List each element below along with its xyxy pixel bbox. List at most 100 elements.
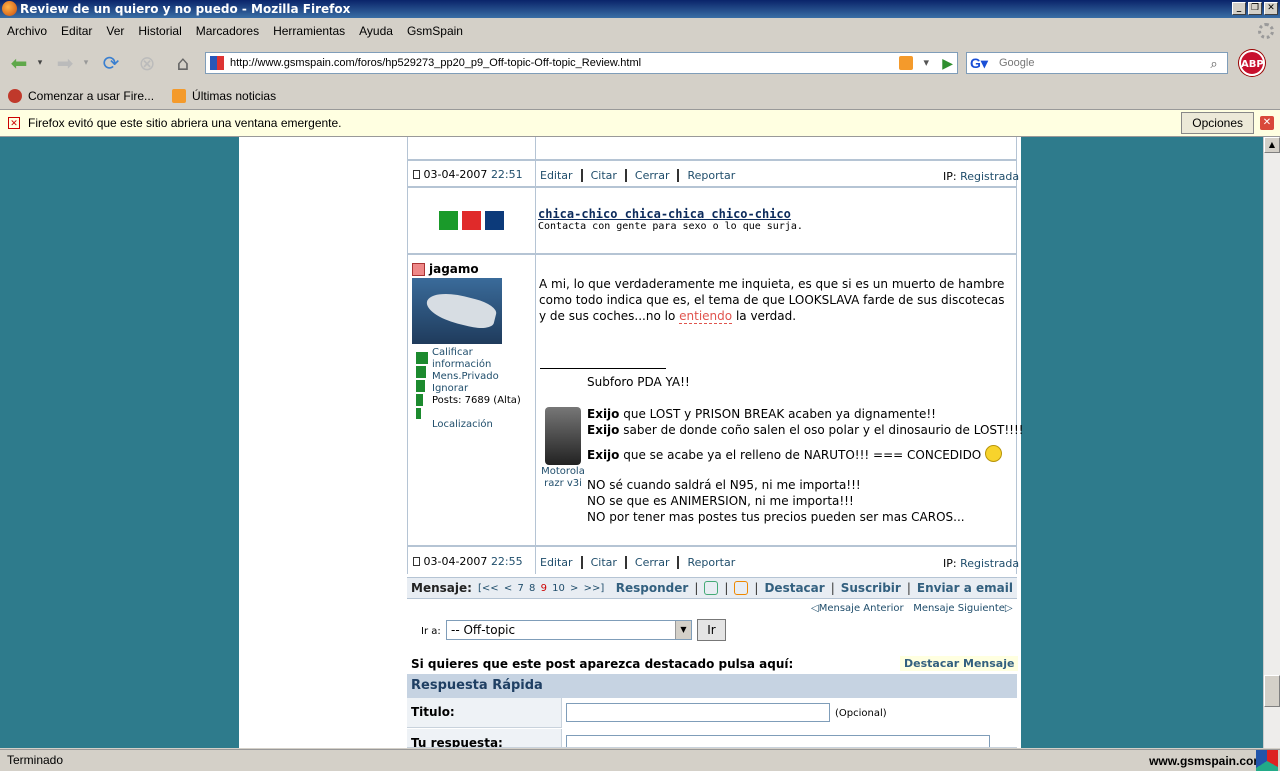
vertical-scrollbar[interactable]: ▲ [1263,137,1280,748]
url-dropdown-icon[interactable]: ▾ [923,53,929,73]
phone-label[interactable]: Motorola razr v3i [540,466,586,490]
window-title: Review de un quiero y no puedo - Mozilla… [20,2,351,16]
avatar [412,278,502,344]
site-favicon-icon [210,56,224,70]
page-10[interactable]: 10 [552,583,565,594]
ignore-link[interactable]: Ignorar [432,383,521,395]
next-message-link[interactable]: Mensaje Siguiente [913,603,1005,614]
menu-ayuda[interactable]: Ayuda [359,24,393,38]
inline-link[interactable]: entiendo [679,309,733,324]
status-bar: Terminado www.gsmspain.com [0,749,1280,771]
prev-next-links: ◁Mensaje Anterior Mensaje Siguiente▷ [811,603,1013,614]
highlight-button[interactable]: Destacar [764,581,824,595]
go-button[interactable]: Ir [697,619,726,641]
window-titlebar: Review de un quiero y no puedo - Mozilla… [0,0,1280,18]
user-links: Calificar información Mens.Privado Ignor… [432,347,521,431]
post1-date: 03-04-2007 22:51 [413,168,523,181]
row-divider [407,159,1017,161]
window-controls: _ ❐ ✕ [1232,2,1278,15]
page-7[interactable]: 7 [517,583,523,594]
sig-line: NO sé cuando saldrá el N95, ni me import… [587,478,861,492]
menu-gsmspain[interactable]: GsmSpain [407,24,463,38]
google-engine-icon[interactable]: G▾ [970,55,988,71]
prev-arrow-icon: ◁ [811,603,819,614]
page-8[interactable]: 8 [529,583,535,594]
forum-select[interactable]: -- Off-topic ▼ [446,620,692,640]
quote-link[interactable]: Citar [580,556,625,569]
close-window-button[interactable]: ✕ [1264,2,1278,15]
close-link[interactable]: Cerrar [624,169,678,182]
quote-link[interactable]: Citar [580,169,625,182]
throbber-icon [1258,23,1274,39]
post1-ip: IP: Registrada [943,170,1020,183]
edit-link[interactable]: Editar [540,556,581,569]
sig-line: Exijo que se acabe ya el relleno de NARU… [587,445,1003,463]
ad-square-red [462,211,481,230]
menu-marcadores[interactable]: Marcadores [196,24,259,38]
email-button[interactable]: Enviar a email [917,581,1013,595]
page-next[interactable]: > [570,583,578,594]
forward-icon[interactable]: ➡ [52,50,78,76]
phone-send-icon[interactable] [704,581,719,595]
edit-link[interactable]: Editar [540,169,581,182]
optional-hint: (Opcional) [835,708,887,719]
url-bar[interactable]: http://www.gsmspain.com/foros/hp529273_p… [205,52,958,74]
stop-icon[interactable]: ⊗ [134,50,160,76]
menu-herramientas[interactable]: Herramientas [273,24,345,38]
scroll-thumb[interactable] [1264,675,1280,707]
back-icon[interactable]: ⬅ [6,50,32,76]
report-link[interactable]: Reportar [677,556,743,569]
highlight-message-button[interactable]: Destacar Mensaje [900,656,1019,671]
bookmark-getting-started[interactable]: Comenzar a usar Fire... [8,89,154,103]
page-prev[interactable]: < [504,583,512,594]
menu-archivo[interactable]: Archivo [7,24,47,38]
ad-text: Contacta con gente para sexo o lo que su… [538,221,803,232]
private-message-link[interactable]: Mens.Privado [432,371,521,383]
rate-link[interactable]: Calificar [432,347,521,359]
location-link[interactable]: Localización [432,419,521,431]
bookmark-latest-news[interactable]: Últimas noticias [172,89,276,103]
reply-button[interactable]: Responder [616,581,689,595]
info-link[interactable]: información [432,359,521,371]
shark-image [423,287,499,333]
rating-bars [416,352,428,421]
close-bar-icon[interactable]: ✕ [1260,116,1274,130]
home-icon[interactable]: ⌂ [170,50,196,76]
menu-ver[interactable]: Ver [106,24,124,38]
adblock-plus-icon[interactable]: ABP [1239,50,1265,76]
username[interactable]: jagamo [429,262,479,276]
chevron-down-icon[interactable]: ▼ [675,621,691,639]
prev-message-link[interactable]: Mensaje Anterior [819,603,904,614]
menu-editar[interactable]: Editar [61,24,92,38]
subscribe-button[interactable]: Suscribir [841,581,901,595]
page-last[interactable]: >>] [584,583,605,594]
ad-square-blue [485,211,504,230]
page-first[interactable]: [<< [478,583,499,594]
post-page-icon [413,170,420,179]
alert-icon[interactable] [734,581,749,595]
rss-feed-icon[interactable] [899,56,913,70]
reply-textarea[interactable] [566,735,990,747]
reload-icon[interactable]: ⟳ [98,50,124,76]
forward-dropdown-icon[interactable]: ▾ [80,50,92,76]
minimize-button[interactable]: _ [1232,2,1246,15]
scroll-up-icon[interactable]: ▲ [1264,137,1280,153]
popup-blocked-icon: ✕ [8,117,20,129]
go-icon[interactable]: ▶ [942,53,953,73]
post2-date: 03-04-2007 22:55 [413,555,523,568]
search-placeholder: Google [999,57,1035,69]
search-input[interactable]: G▾ Google ⌕ [966,52,1228,74]
report-link[interactable]: Reportar [677,169,743,182]
phone-image [545,407,581,465]
maximize-button[interactable]: ❐ [1248,2,1262,15]
ad-title-link[interactable]: chica-chico chica-chica chico-chico [538,207,791,221]
highlight-prompt: Si quieres que este post aparezca destac… [411,657,794,671]
options-button[interactable]: Opciones [1181,112,1254,134]
back-dropdown-icon[interactable]: ▾ [34,50,46,76]
close-link[interactable]: Cerrar [624,556,678,569]
title-input[interactable] [566,703,830,722]
message-label: Mensaje: [411,581,472,595]
menu-historial[interactable]: Historial [138,24,181,38]
search-icon[interactable]: ⌕ [1203,54,1225,72]
title-label: Titulo: [411,705,455,719]
